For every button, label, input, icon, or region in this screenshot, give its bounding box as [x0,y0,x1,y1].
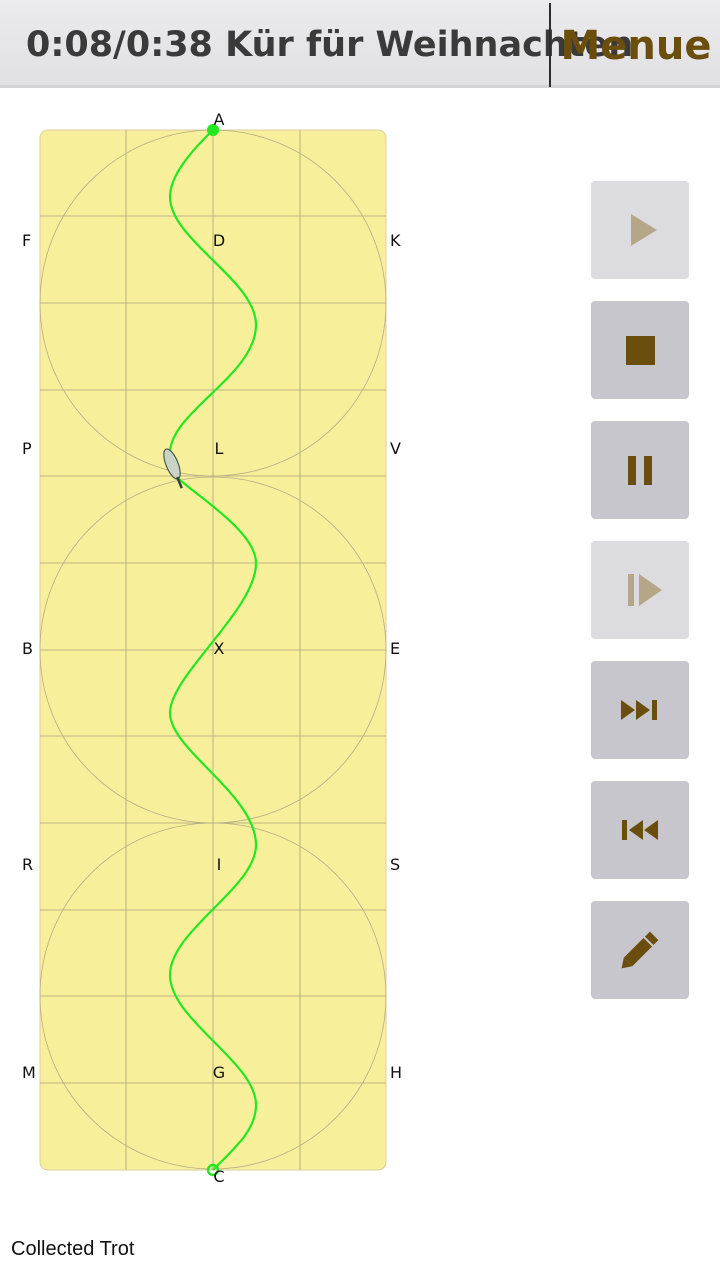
stop-button[interactable] [591,301,689,399]
play-button[interactable] [591,181,689,279]
letter-bottom: C [213,1167,224,1186]
letter-center-3: X [214,639,225,658]
letter-right-1: K [390,231,401,250]
skip-forward-button[interactable] [591,661,689,759]
time-and-program-title: 0:08/0:38 Kür für Weihnachten [26,25,634,65]
play-icon [631,214,657,246]
header-divider [549,3,551,87]
letter-center-1: D [213,231,225,250]
letter-left-4: R [22,855,33,874]
pause-button[interactable] [591,421,689,519]
pencil-icon [621,931,659,969]
step-forward-icon [628,574,662,606]
skip-forward-icon [621,700,657,720]
skip-back-button[interactable] [591,781,689,879]
letter-center-4: I [217,855,222,874]
dressage-arena: A C F P B R M D L X I G K V E S H [0,100,440,1200]
pause-icon [628,456,652,485]
letter-left-3: B [22,639,33,658]
letter-right-3: E [390,639,400,658]
letter-center-2: L [215,439,224,458]
gait-label: Collected Trot [11,1238,135,1260]
letter-left-1: F [22,231,31,250]
skip-back-icon [622,820,658,840]
stop-icon [626,336,655,365]
menu-button[interactable]: Menue [552,0,720,88]
letter-left-5: M [22,1063,36,1082]
arena-canvas: A C F P B R M D L X I G K V E S H [22,110,402,1186]
edit-button[interactable] [591,901,689,999]
letter-right-4: S [390,855,400,874]
step-forward-button[interactable] [591,541,689,639]
letter-center-5: G [213,1063,225,1082]
letter-right-5: H [390,1063,402,1082]
top-bar: 0:08/0:38 Kür für Weihnachten Menue [0,0,720,88]
letter-left-2: P [22,439,32,458]
letter-right-2: V [390,439,401,458]
letter-top: A [214,110,225,129]
